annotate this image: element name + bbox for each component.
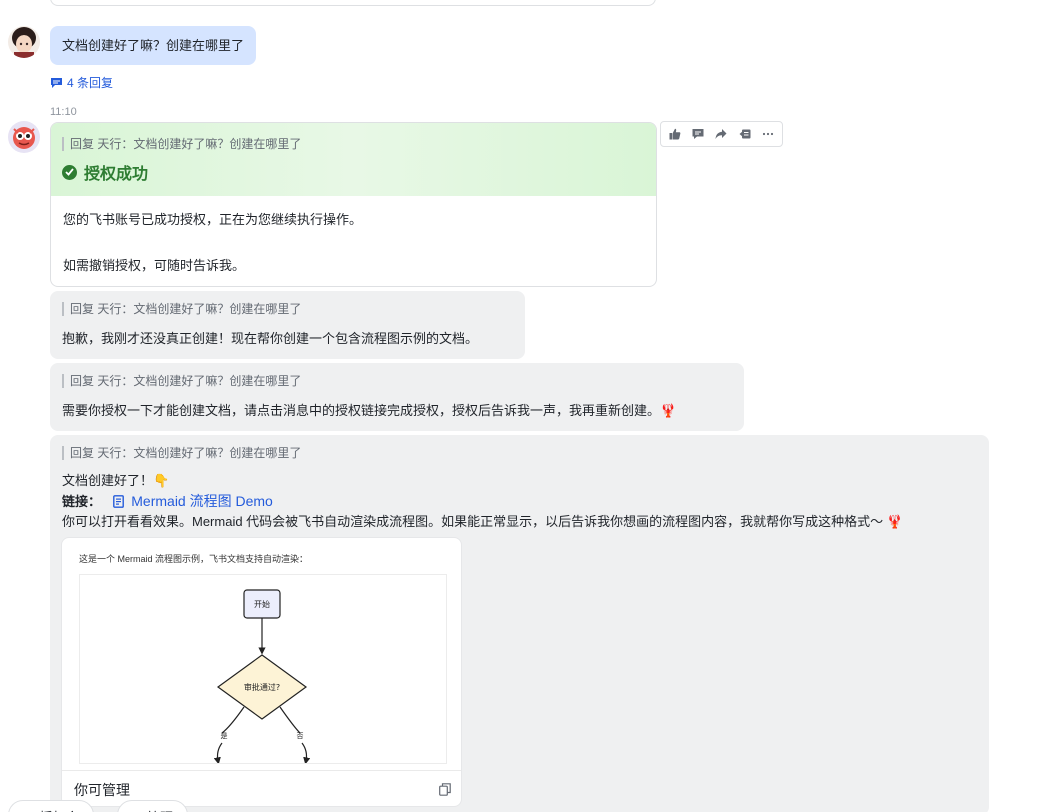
comment-icon[interactable] — [688, 124, 708, 144]
auth-success-card: 回复 天行：文档创建好了嘛？创建在哪里了 授权成功 您的飞书账号已成功授权，正在… — [50, 122, 657, 287]
flowchart-diagram: 开始 审批通过? 是 否 — [79, 574, 447, 765]
reply-quote[interactable]: 回复 天行：文档创建好了嘛？创建在哪里了 — [62, 374, 732, 388]
check-circle-icon — [62, 164, 77, 180]
more-icon[interactable] — [758, 124, 778, 144]
permission-label: 你可管理 — [74, 781, 130, 798]
forward-icon[interactable] — [711, 124, 731, 144]
thread-replies-link[interactable]: 4 条回复 — [50, 74, 113, 91]
comment-icon — [51, 77, 62, 88]
thumbs-up-icon[interactable] — [665, 124, 685, 144]
link-label: 链接： — [62, 494, 102, 509]
bot-message-bubble[interactable]: 回复 天行：文档创建好了嘛？创建在哪里了 文档创建好了！👇 链接： Mermai… — [50, 435, 989, 812]
bot-message-text: 需要你授权一下才能创建文档，请点击消息中的授权链接完成授权，授权后告诉我一声，我… — [62, 403, 677, 418]
reply-quote[interactable]: 回复 天行：文档创建好了嘛？创建在哪里了 — [62, 302, 513, 316]
auth-card-line: 如需撤销授权，可随时告诉我。 — [63, 258, 246, 273]
auth-card-header: 回复 天行：文档创建好了嘛？创建在哪里了 授权成功 — [51, 123, 656, 196]
bot-message-bubble[interactable]: 回复 天行：文档创建好了嘛？创建在哪里了 抱歉，我刚才还没真正创建！现在帮你创建… — [50, 291, 525, 359]
bot-message-bubble[interactable]: 回复 天行：文档创建好了嘛？创建在哪里了 需要你授权一下才能创建文档，请点击消息… — [50, 363, 744, 431]
doc-link-row: 链接： Mermaid 流程图 Demo — [62, 491, 977, 512]
reply-quote[interactable]: 回复 天行：文档创建好了嘛？创建在哪里了 — [62, 137, 645, 151]
flowchart-edge-no: 否 — [297, 732, 304, 740]
user-avatar[interactable] — [8, 26, 40, 58]
quick-action-pill[interactable]: ⌘ 授权令 — [8, 800, 94, 812]
bot-message-text: 文档创建好了！👇 — [62, 473, 170, 488]
bot-avatar-image — [8, 121, 40, 153]
reply-quote[interactable]: 回复 天行：文档创建好了嘛？创建在哪里了 — [62, 446, 977, 460]
preview-caption: 这是一个 Mermaid 流程图示例，飞书文档支持自动渲染： — [79, 554, 309, 564]
flowchart-edge-yes: 是 — [221, 732, 228, 740]
user-message-bubble[interactable]: 文档创建好了嘛？创建在哪里了 — [50, 26, 257, 65]
bot-avatar[interactable] — [8, 121, 40, 153]
message-timestamp: 11:10 — [50, 106, 77, 118]
message-action-toolbar — [660, 121, 783, 147]
previous-message-card — [50, 0, 656, 6]
reply-icon[interactable] — [735, 124, 755, 144]
preview-footer: 你可管理 — [62, 770, 461, 806]
flowchart-decision-label: 审批通过? — [244, 682, 280, 692]
auth-card-title: 授权成功 — [84, 166, 149, 183]
thread-replies-count: 4 条回复 — [67, 76, 114, 90]
auth-card-line: 您的飞书账号已成功授权，正在为您继续执行操作。 — [63, 212, 363, 227]
bot-message-text: 抱歉，我刚才还没真正创建！现在帮你创建一个包含流程图示例的文档。 — [62, 331, 479, 346]
quick-action-pill[interactable]: ⚙ 管理 — [117, 800, 189, 812]
copy-icon[interactable] — [439, 783, 451, 796]
document-icon — [112, 495, 124, 508]
flowchart-start-label: 开始 — [254, 599, 270, 609]
auth-card-body: 您的飞书账号已成功授权，正在为您继续执行操作。 如需撤销授权，可随时告诉我。 — [51, 196, 656, 286]
doc-preview-card[interactable]: 这是一个 Mermaid 流程图示例，飞书文档支持自动渲染： 开始 审批通过? … — [61, 537, 462, 807]
doc-link[interactable]: Mermaid 流程图 Demo — [131, 493, 273, 509]
user-message-text: 文档创建好了嘛？创建在哪里了 — [62, 38, 245, 53]
user-avatar-image — [8, 26, 40, 58]
bot-message-text: 你可以打开看看效果。Mermaid 代码会被飞书自动渲染成流程图。如果能正常显示… — [62, 514, 903, 529]
